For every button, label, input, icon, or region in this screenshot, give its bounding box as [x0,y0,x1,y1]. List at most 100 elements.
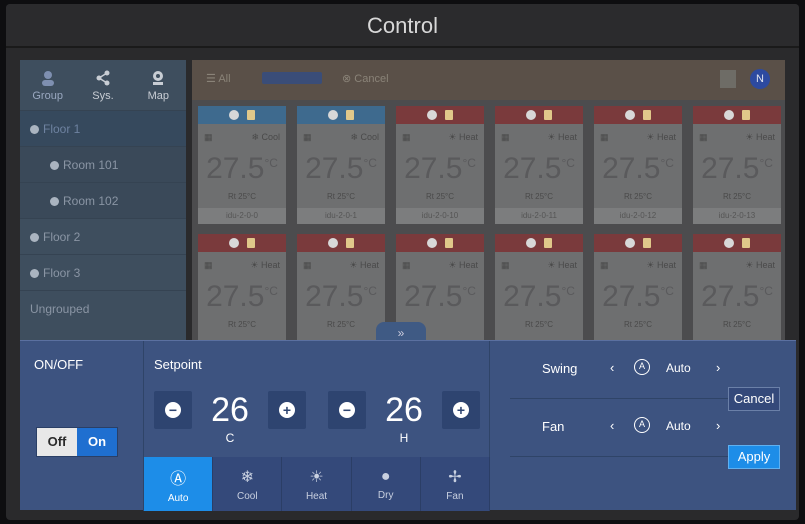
card-mode-label: Heat [359,260,379,270]
sidebar-item-label: Floor 2 [43,230,81,244]
cool-increase-button[interactable]: + [268,391,306,429]
card-temp-unit: °C [660,156,674,170]
card-mode-label: Heat [260,260,280,270]
fan-next-button[interactable]: › [716,418,720,433]
device-card[interactable]: ▦ ☀ Heat 27.5°C Rt 25°C [297,234,385,352]
tab-sys[interactable]: Sys. [75,60,130,110]
sidebar-item-floor-1[interactable]: Floor 1 [20,110,186,146]
apply-button[interactable]: Apply [728,445,780,469]
device-card[interactable]: ▦ ☀ Heat 27.5°C Rt 25°C [198,234,286,352]
sidebar-item-room-101[interactable]: Room 101 [20,146,186,182]
cool-setpoint-stepper: − 26 C + [154,391,306,461]
card-room-temp: Rt 25°C [524,192,554,201]
tab-map-label: Map [147,89,170,102]
card-temp-value: 27.5 [602,152,661,185]
card-name: idu-2-0-1 [297,208,385,224]
map-pin-icon [153,70,164,85]
power-icon [229,238,239,248]
unit-icon: ▦ [303,260,312,270]
toolbar-cancel-button[interactable]: ⊗ Cancel [342,72,389,85]
card-room-temp: Rt 25°C [227,320,257,329]
cancel-button[interactable]: Cancel [728,387,780,411]
tab-map[interactable]: Map [131,60,186,110]
card-temp-unit: °C [264,156,278,170]
power-icon [724,238,734,248]
device-icon[interactable] [720,70,736,88]
swing-next-button[interactable]: › [716,360,720,375]
card-mode: ▦ ☀ Heat [501,260,577,270]
device-card[interactable]: ▦ ☀ Heat 27.5°C Rt 25°C idu-2-0-12 [594,106,682,224]
heat-decrease-button[interactable]: − [328,391,366,429]
card-header [594,234,682,252]
plus-icon: + [453,402,469,418]
mode-fan-button[interactable]: ✢ Fan [420,457,491,511]
card-room-temp: Rt 25°C [326,192,356,201]
power-icon [427,110,437,120]
auto-circle-icon: A [634,359,650,375]
mode-dry-button[interactable]: ● Dry [351,457,421,511]
fan-prev-button[interactable]: ‹ [610,418,614,433]
sidebar-item-room-102[interactable]: Room 102 [20,182,186,218]
sidebar-item-floor-2[interactable]: Floor 2 [20,218,186,254]
device-card[interactable]: ▦ ☀ Heat 27.5°C Rt 25°C [495,234,583,352]
sidebar-item-label: Ungrouped [30,302,90,316]
mode-selector: Ⓐ Auto ❄ Cool ☀ Heat ● Dry ✢ Fan [144,457,491,511]
cool-decrease-button[interactable]: − [154,391,192,429]
power-icon [625,110,635,120]
card-room-temp: Rt 25°C [623,320,653,329]
card-mode: ▦ ☀ Heat [204,260,280,270]
lock-icon [247,238,255,248]
sidebar-item-ungrouped[interactable]: Ungrouped [20,290,186,326]
device-card[interactable]: ▦ ☀ Heat 27.5°C Rt 25°C idu-2-0-10 [396,106,484,224]
card-mode-label: Heat [557,132,577,142]
card-temp: 27.5°C [495,152,583,186]
card-temp-unit: °C [561,156,575,170]
sidebar-item-label: Floor 1 [43,122,81,136]
card-temp: 27.5°C [396,280,484,314]
power-icon [526,238,536,248]
device-card[interactable]: ▦ ☀ Heat 27.5°C Rt 25°C [693,234,781,352]
user-avatar[interactable]: N [750,69,770,89]
device-card[interactable]: ▦ ☀ Heat 27.5°C Rt 25°C [594,234,682,352]
mode-cool-button[interactable]: ❄ Cool [213,457,283,511]
device-card[interactable]: ▦ ❄ Cool 27.5°C Rt 25°C idu-2-0-1 [297,106,385,224]
card-temp-value: 27.5 [206,280,265,313]
lock-icon [346,238,354,248]
card-temp-unit: °C [561,284,575,298]
mode-auto-button[interactable]: Ⓐ Auto [144,457,214,511]
swing-row: Swing ‹ A Auto › [510,341,728,399]
tab-sys-label: Sys. [92,89,114,102]
device-card[interactable]: ▦ ☀ Heat 27.5°C Rt 25°C idu-2-0-13 [693,106,781,224]
power-toggle[interactable]: Off On [36,427,118,457]
tab-group[interactable]: Group [20,60,75,110]
off-button[interactable]: Off [37,428,77,456]
select-all-button[interactable]: ☰ All [206,72,231,85]
card-mode: ▦ ☀ Heat [501,132,577,142]
heat-increase-button[interactable]: + [442,391,480,429]
setpoint-title: Setpoint [154,357,202,372]
toolbar-cancel-label: Cancel [354,73,389,85]
mode-label: Cool [237,490,258,502]
device-card[interactable]: ▦ ❄ Cool 27.5°C Rt 25°C idu-2-0-0 [198,106,286,224]
control-panel: ON/OFF Off On Setpoint − 26 C + − 26 H +… [20,340,796,511]
card-mode: ▦ ❄ Cool [303,132,379,142]
room-icon [50,161,59,171]
on-button[interactable]: On [77,428,117,456]
unit-icon: ▦ [699,132,708,142]
card-temp: 27.5°C [594,280,682,314]
mode-heat-button[interactable]: ☀ Heat [282,457,352,511]
device-card[interactable]: ▦ ☀ Heat 27.5°C Rt 25°C idu-2-0-11 [495,106,583,224]
swing-prev-button[interactable]: ‹ [610,360,614,375]
card-mode-label: Heat [458,132,478,142]
card-temp: 27.5°C [297,280,385,314]
sidebar-item-floor-3[interactable]: Floor 3 [20,254,186,290]
swing-value: Auto [666,361,691,375]
card-temp: 27.5°C [198,152,286,186]
card-temp-value: 27.5 [404,280,463,313]
lock-icon [742,238,750,248]
power-icon [526,110,536,120]
power-icon [427,238,437,248]
card-mode-label: Heat [656,132,676,142]
card-temp-value: 27.5 [701,152,760,185]
card-temp: 27.5°C [198,280,286,314]
